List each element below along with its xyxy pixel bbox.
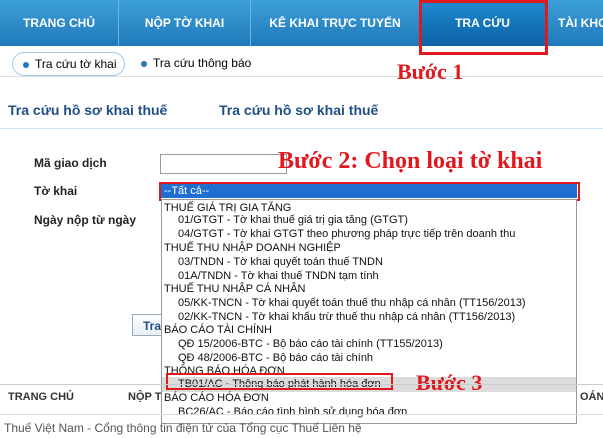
footer-copyright: Thuế Việt Nam - Cổng thông tin điện tử c… [4, 421, 362, 435]
footer-divider [0, 414, 603, 415]
option-item[interactable]: 01/GTGT - Tờ khai thuế giá trị gia tăng … [162, 213, 576, 228]
nav-trang-chu[interactable]: TRANG CHỦ [0, 0, 119, 46]
option-group: THUẾ THU NHẬP DOANH NGHIỆP [164, 242, 341, 254]
nav-ke-khai-truc-tuyen[interactable]: KÊ KHAI TRỰC TUYẾN [251, 0, 420, 46]
nav-nop-to-khai[interactable]: NỘP TỜ KHAI [119, 0, 251, 46]
bullet-icon [141, 60, 147, 67]
nav-tai-khoan[interactable]: TÀI KHO [546, 0, 603, 46]
ngay-nop-label: Ngày nộp từ ngày [34, 213, 137, 227]
sub-tabs: Tra cứu tờ khai Tra cứu thông báo [0, 50, 603, 77]
lookup-button[interactable]: Tra [132, 314, 162, 336]
step1-label: Bước 1 [397, 59, 464, 84]
ma-giao-dich-label: Mã giao dịch [34, 156, 107, 170]
subtab-label: Tra cứu thông báo [153, 56, 252, 70]
ma-giao-dich-input[interactable] [160, 154, 287, 174]
subtab-tra-cuu-thong-bao[interactable]: Tra cứu thông báo [131, 52, 260, 74]
footer-nav-nop-to-khai[interactable]: NỘP T [128, 391, 161, 403]
section-divider [0, 128, 603, 129]
to-khai-label: Tờ khai [34, 184, 78, 198]
subtab-label: Tra cứu tờ khai [35, 57, 117, 71]
step1-highlight [419, 0, 548, 55]
section-tab-1[interactable]: Tra cứu hồ sơ khai thuế [8, 102, 167, 118]
section-tab-2[interactable]: Tra cứu hồ sơ khai thuế [219, 102, 378, 118]
option-group: THUẾ THU NHẬP CÁ NHÂN [164, 283, 306, 295]
subtab-tra-cuu-to-khai[interactable]: Tra cứu tờ khai [12, 52, 126, 76]
option-item[interactable]: 04/GTGT - Tờ khai GTGT theo phương pháp … [162, 227, 576, 242]
footer-nav: TRANG CHỦ NỘP T OÁN [0, 384, 603, 415]
option-item[interactable]: 03/TNDN - Tờ khai quyết toán thuế TNDN [162, 255, 576, 270]
bullet-icon [23, 61, 29, 68]
footer-nav-tai-khoan[interactable]: OÁN [580, 391, 603, 403]
footer-nav-trang-chu[interactable]: TRANG CHỦ [8, 391, 74, 403]
option-item[interactable]: QĐ 15/2006-BTC - Bộ báo cáo tài chính (T… [162, 337, 576, 352]
step2-label: Bước 2: Chọn loại tờ khai [278, 148, 543, 174]
option-group: BÁO CÁO TÀI CHÍNH [164, 324, 272, 336]
option-item[interactable]: 05/KK-TNCN - Tờ khai quyết toán thuế thu… [162, 296, 576, 311]
